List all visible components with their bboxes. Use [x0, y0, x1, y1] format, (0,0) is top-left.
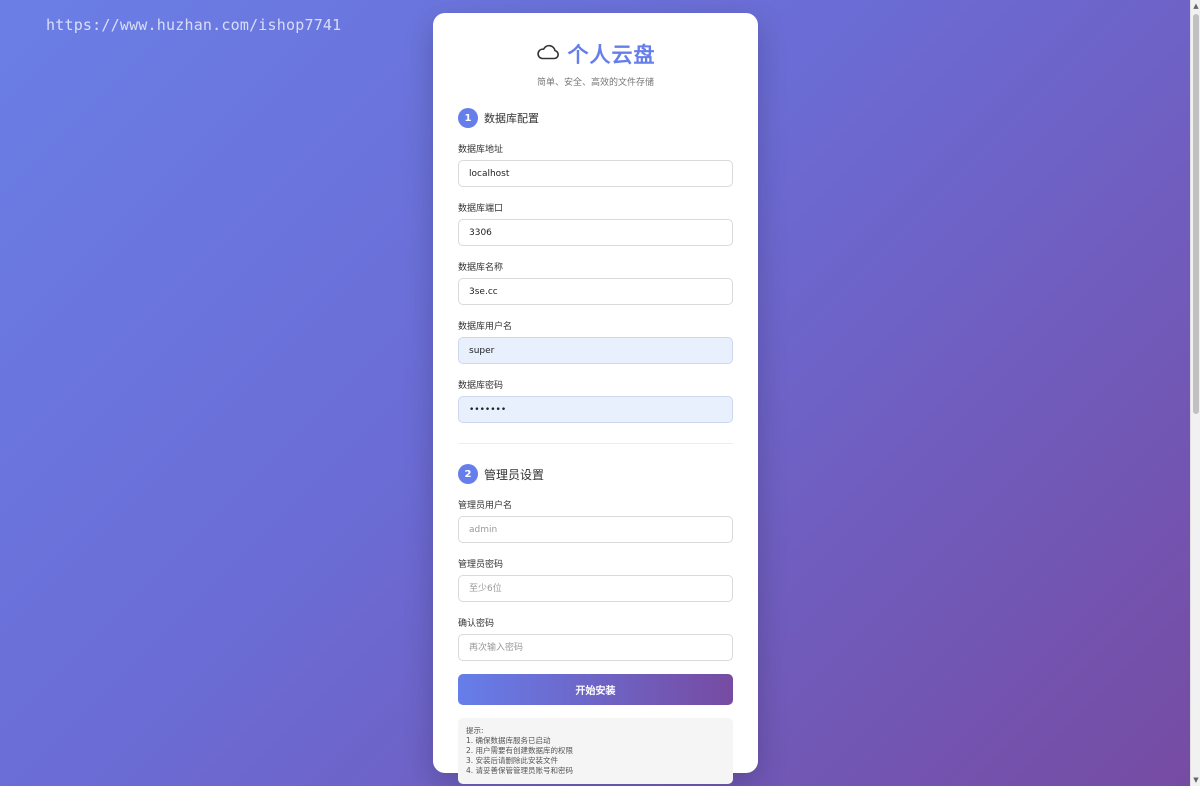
tips-box: 提示: 1. 确保数据库服务已启动 2. 用户需要有创建数据库的权限 3. 安装… — [458, 718, 733, 784]
field-db-port: 数据库端口 — [458, 201, 733, 246]
install-card: 个人云盘 简单、安全、高效的文件存储 1 数据库配置 数据库地址 数据库端口 数… — [433, 13, 758, 784]
admin-password-input[interactable] — [458, 575, 733, 602]
scrollbar-thumb[interactable] — [1193, 14, 1199, 414]
tip-item: 1. 确保数据库服务已启动 — [466, 736, 551, 745]
field-admin-username: 管理员用户名 — [458, 498, 733, 543]
header: 个人云盘 简单、安全、高效的文件存储 — [458, 13, 733, 88]
admin-username-input[interactable] — [458, 516, 733, 543]
page-scrollbar[interactable]: ▲ ▼ — [1190, 0, 1200, 786]
scroll-up-icon[interactable]: ▲ — [1191, 0, 1200, 12]
tip-item: 4. 请妥善保管管理员账号和密码 — [466, 766, 574, 775]
step-badge: 1 — [458, 108, 478, 128]
field-db-user: 数据库用户名 — [458, 319, 733, 364]
tip-item: 3. 安装后请删除此安装文件 — [466, 756, 559, 765]
field-db-host: 数据库地址 — [458, 142, 733, 187]
db-host-input[interactable] — [458, 160, 733, 187]
section-title: 数据库配置 — [484, 112, 539, 125]
db-username-input[interactable] — [458, 337, 733, 364]
app-title: 个人云盘 — [567, 43, 656, 67]
section-title: 管理员设置 — [484, 467, 545, 482]
confirm-password-input[interactable] — [458, 634, 733, 661]
field-label: 管理员密码 — [458, 560, 504, 570]
tips-title: 提示: — [466, 726, 484, 735]
db-port-input[interactable] — [458, 219, 733, 246]
field-label: 数据库密码 — [458, 381, 504, 391]
field-db-name: 数据库名称 — [458, 260, 733, 305]
field-label: 数据库端口 — [458, 204, 504, 214]
field-label: 管理员用户名 — [458, 501, 513, 511]
divider — [458, 443, 733, 444]
step-badge: 2 — [458, 464, 478, 484]
field-label: 数据库地址 — [458, 145, 504, 155]
watermark-url: https://www.huzhan.com/ishop7741 — [46, 16, 342, 34]
app-subtitle: 简单、安全、高效的文件存储 — [536, 78, 654, 88]
brand: 个人云盘 — [458, 39, 733, 69]
scroll-down-icon[interactable]: ▼ — [1191, 774, 1200, 786]
field-label: 数据库名称 — [458, 263, 504, 273]
field-confirm-password: 确认密码 — [458, 616, 733, 661]
db-name-input[interactable] — [458, 278, 733, 305]
field-label: 确认密码 — [458, 619, 495, 629]
section-admin-settings: 2 管理员设置 — [458, 464, 733, 484]
section-database-config: 1 数据库配置 — [458, 108, 733, 128]
cloud-icon — [536, 43, 560, 65]
field-db-password: 数据库密码 — [458, 378, 733, 423]
db-password-input[interactable] — [458, 396, 733, 423]
start-install-button[interactable]: 开始安装 — [458, 674, 733, 705]
tip-item: 2. 用户需要有创建数据库的权限 — [466, 746, 574, 755]
field-label: 数据库用户名 — [458, 322, 513, 332]
field-admin-password: 管理员密码 — [458, 557, 733, 602]
